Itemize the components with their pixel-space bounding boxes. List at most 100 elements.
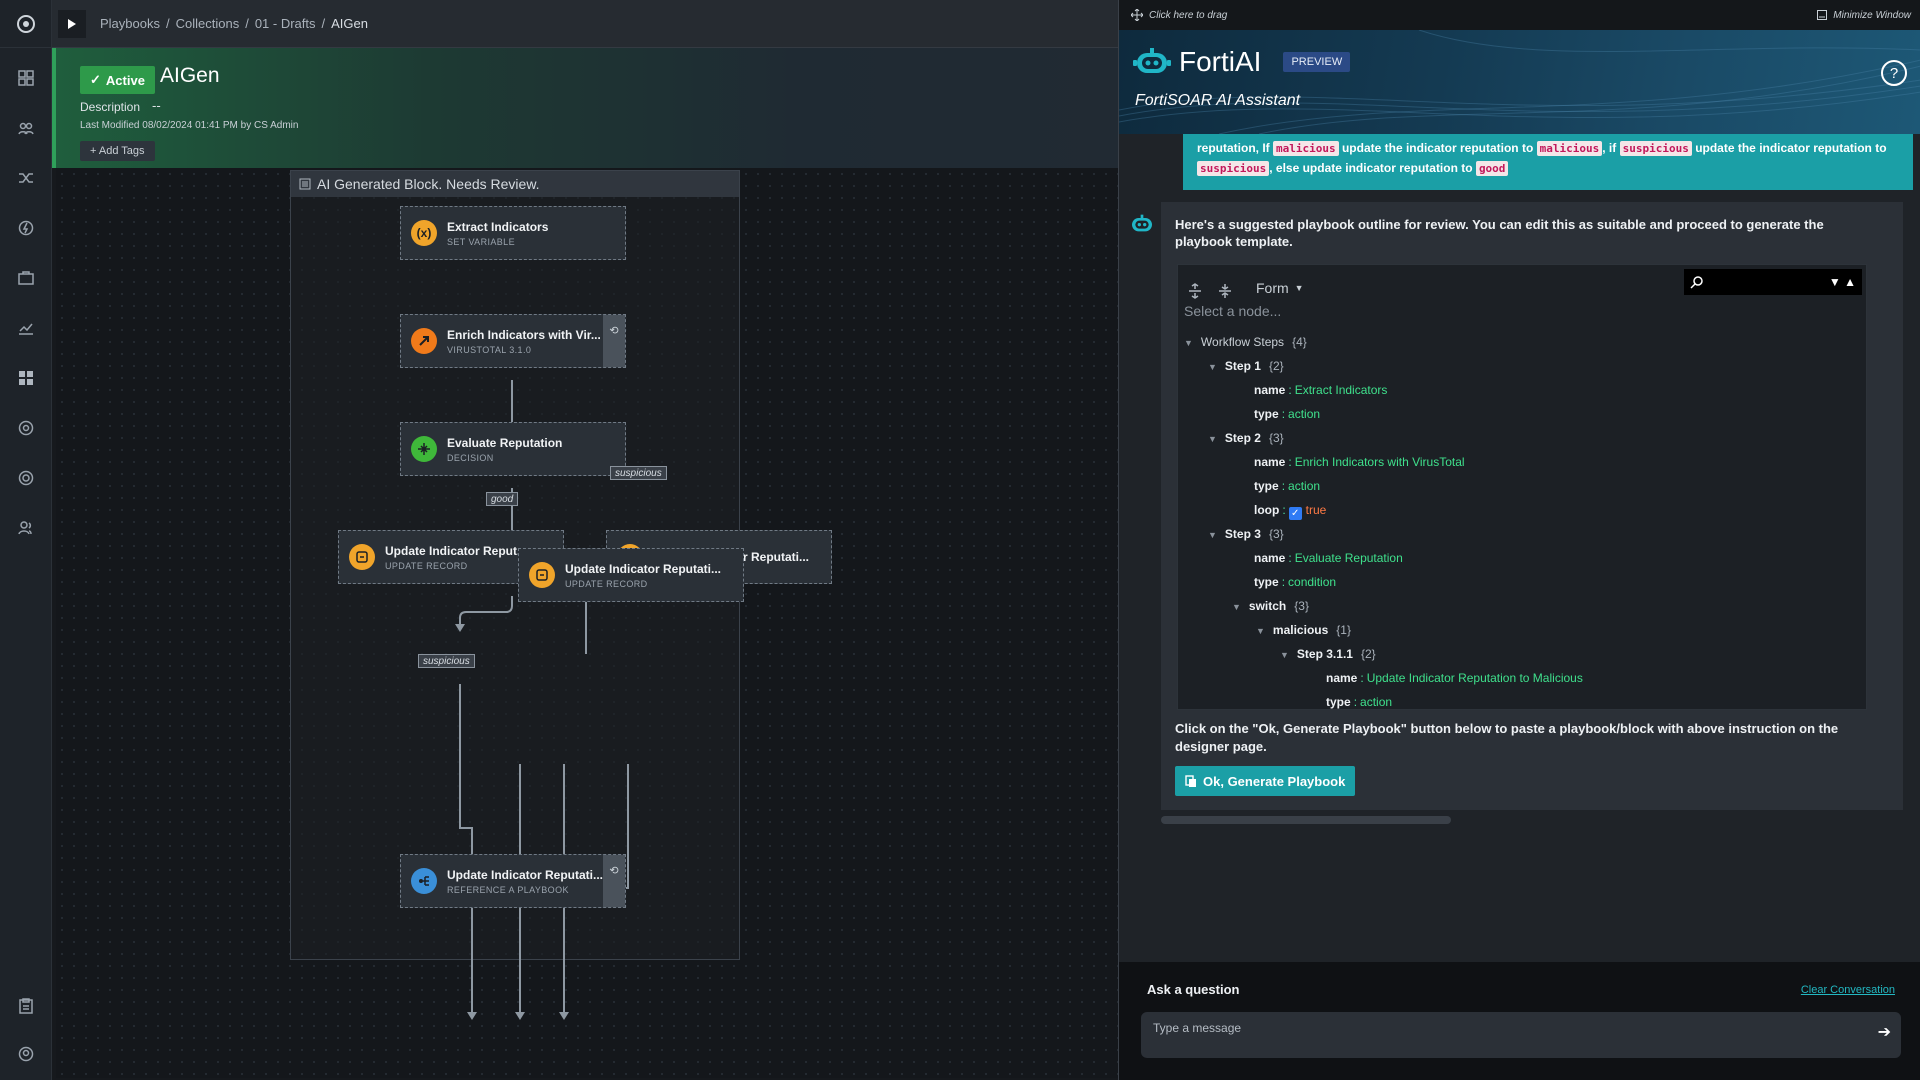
status-badge[interactable]: ✓ Active: [80, 66, 155, 94]
shuffle-icon[interactable]: [14, 166, 38, 190]
caret-down-icon[interactable]: ▼: [1232, 602, 1241, 612]
message-input[interactable]: [1141, 1012, 1901, 1058]
node-update-reputation-suspicious[interactable]: Update Indicator Reputati... UPDATE RECO…: [518, 548, 744, 602]
edge-label-good[interactable]: good: [486, 492, 519, 506]
tree-row[interactable]: ▼ Step 3.1.1 {2}: [1280, 647, 1376, 661]
chevron-down-icon: ▼: [1294, 283, 1304, 293]
tree-row[interactable]: ▼ Workflow Steps {4}: [1184, 335, 1307, 349]
caret-down-icon[interactable]: ▼: [1208, 434, 1217, 444]
node-subtitle: VIRUSTOTAL 3.1.0: [447, 344, 532, 355]
tree-toolbar: Form ▼ ▼ ▲ Select a node...: [1178, 265, 1866, 319]
tree-row[interactable]: type: condition: [1254, 575, 1336, 589]
assistant-subtitle: FortiSOAR AI Assistant: [1135, 92, 1301, 109]
search-prev-icon[interactable]: ▲: [1844, 275, 1856, 289]
breadcrumb-separator: /: [321, 16, 326, 31]
playbook-title[interactable]: AIGen: [160, 64, 220, 88]
json-tree-editor[interactable]: Form ▼ ▼ ▲ Select a node... ▼ Workflow St…: [1177, 264, 1867, 710]
generate-instruction: Click on the "Ok, Generate Playbook" but…: [1175, 721, 1839, 754]
edge-label-suspicious[interactable]: suspicious: [418, 654, 475, 668]
decision-icon: [411, 436, 437, 462]
breadcrumb-collections[interactable]: Collections: [176, 16, 240, 31]
users-icon[interactable]: [14, 516, 38, 540]
generate-playbook-button[interactable]: Ok, Generate Playbook: [1175, 766, 1356, 796]
node-title: Enrich Indicators with Vir...: [447, 327, 601, 342]
incidents-icon[interactable]: [14, 116, 38, 140]
tree-search[interactable]: ▼ ▲: [1684, 269, 1862, 295]
tree-row[interactable]: ▼ malicious {1}: [1256, 623, 1351, 637]
tree-row[interactable]: name: Update Indicator Reputation to Mali…: [1326, 671, 1583, 685]
designer-canvas[interactable]: AI Generated Block. Needs Review. (x) Ex…: [56, 168, 1118, 1078]
caret-down-icon[interactable]: ▼: [1280, 650, 1289, 660]
help-button[interactable]: ?: [1881, 60, 1907, 86]
fortisoar-logo[interactable]: [0, 0, 52, 48]
message-text: update the indicator reputation to: [1695, 141, 1887, 155]
node-title: Update Indicator Reput...: [385, 543, 528, 558]
code-keyword: good: [1475, 161, 1509, 176]
breadcrumb-bar: Playbooks / Collections / 01 - Drafts / …: [52, 0, 1118, 48]
message-text: , else update indicator reputation to: [1269, 161, 1473, 175]
horizontal-scrollbar[interactable]: [1161, 816, 1451, 824]
reference-playbook-icon: [411, 868, 437, 894]
search-next-icon[interactable]: ▼: [1829, 275, 1841, 289]
tree-row[interactable]: ▼ switch {3}: [1232, 599, 1309, 613]
node-selector[interactable]: Select a node...: [1184, 303, 1281, 319]
node-reference-playbook[interactable]: Update Indicator Reputati... REFERENCE A…: [400, 854, 626, 908]
node-evaluate-reputation[interactable]: Evaluate Reputation DECISION: [400, 422, 626, 476]
security-icon[interactable]: [14, 416, 38, 440]
caret-down-icon[interactable]: ▼: [1256, 626, 1265, 636]
breadcrumb-drafts[interactable]: 01 - Drafts: [255, 16, 316, 31]
content-hub-icon[interactable]: [14, 366, 38, 390]
node-subtitle: UPDATE RECORD: [385, 560, 468, 571]
node-title: Evaluate Reputation: [447, 435, 563, 450]
assistant-message-text: Here's a suggested playbook outline for …: [1175, 217, 1824, 249]
playbook-header: ✓ Active AIGen Description -- Last Modif…: [52, 48, 1118, 168]
minimize-window-button[interactable]: Minimize Window: [1817, 10, 1911, 21]
expand-all-icon[interactable]: [1188, 283, 1202, 302]
tree-row[interactable]: type: action: [1326, 695, 1392, 709]
clipboard-icon[interactable]: [14, 994, 38, 1018]
reports-icon[interactable]: [14, 316, 38, 340]
expand-sidebar-button[interactable]: [58, 9, 86, 38]
tree-row[interactable]: name: Extract Indicators: [1254, 383, 1387, 397]
status-label: Active: [105, 72, 145, 88]
caret-down-icon[interactable]: ▼: [1184, 338, 1193, 348]
description-value[interactable]: --: [152, 98, 161, 113]
settings-icon[interactable]: [14, 466, 38, 490]
loop-icon: ⟲: [603, 855, 625, 907]
fortiai-panel: Click here to drag Minimize Window Forti…: [1118, 0, 1920, 1080]
tree-row[interactable]: ▼ Step 3 {3}: [1208, 527, 1284, 541]
node-title: Update Indicator Reputati...: [565, 561, 722, 576]
briefcase-icon[interactable]: [14, 266, 38, 290]
breadcrumb-current: AIGen: [331, 16, 368, 31]
node-subtitle: SET VARIABLE: [447, 236, 515, 247]
collapse-all-icon[interactable]: [1218, 283, 1232, 302]
tree-row[interactable]: ▼ Step 2 {3}: [1208, 431, 1284, 445]
paste-icon: [1185, 774, 1196, 787]
tree-row[interactable]: type: action: [1254, 407, 1320, 421]
add-tags-button[interactable]: + Add Tags: [80, 141, 155, 161]
checkbox-icon[interactable]: ✓: [1288, 507, 1302, 520]
caret-down-icon[interactable]: ▼: [1208, 530, 1217, 540]
node-enrich-indicators[interactable]: Enrich Indicators with Vir... VIRUSTOTAL…: [400, 314, 626, 368]
clear-conversation-link[interactable]: Clear Conversation: [1801, 984, 1895, 996]
send-icon[interactable]: ➔: [1878, 1022, 1891, 1042]
caret-down-icon[interactable]: ▼: [1208, 362, 1217, 372]
fortiai-logo: FortiAI PREVIEW: [1133, 46, 1351, 78]
breadcrumb-playbooks[interactable]: Playbooks: [100, 16, 160, 31]
tree-row[interactable]: name: Evaluate Reputation: [1254, 551, 1403, 565]
assistant-message: Here's a suggested playbook outline for …: [1161, 202, 1903, 810]
mode-dropdown[interactable]: Form ▼: [1256, 280, 1304, 296]
drag-handle[interactable]: Click here to drag Minimize Window: [1119, 0, 1920, 30]
edge-label-suspicious[interactable]: suspicious: [610, 466, 667, 480]
tree-row[interactable]: ▼ Step 1 {2}: [1208, 359, 1284, 373]
user-profile-icon[interactable]: [14, 1042, 38, 1066]
tree-row[interactable]: loop: ✓ true: [1254, 503, 1326, 520]
nav-rail: [0, 0, 52, 1080]
tree-row[interactable]: type: action: [1254, 479, 1320, 493]
variable-icon: (x): [411, 220, 437, 246]
node-extract-indicators[interactable]: (x) Extract Indicators SET VARIABLE: [400, 206, 626, 260]
dashboard-icon[interactable]: [14, 66, 38, 90]
update-record-icon: [529, 562, 555, 588]
tree-row[interactable]: name: Enrich Indicators with VirusTotal: [1254, 455, 1465, 469]
automation-icon[interactable]: [14, 216, 38, 240]
